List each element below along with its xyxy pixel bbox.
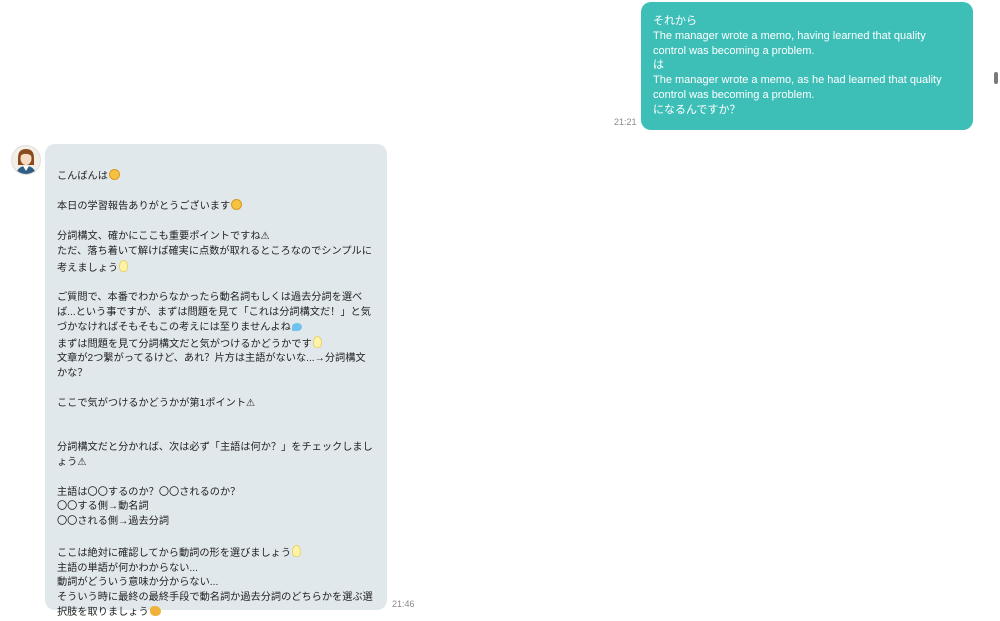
message-line: そういう時に最終の最終手段で動名詞か過去分詞のどちらかを選ぶ選択肢を取りましょう — [57, 592, 373, 618]
flexed-arm-emoji-icon — [149, 605, 161, 616]
message-timestamp: 21:21 — [614, 117, 637, 127]
teacher-avatar-icon — [16, 149, 36, 174]
message-line: まずは問題を見て分詞構文だと気がつけるかどうかです — [57, 338, 312, 350]
message-line: 文章が2つ繋がってるけど、あれ？片方は主語がないな...→分詞構文かな？ — [57, 353, 366, 380]
message-line: ここで気がつけるかどうかが第1ポイント⚠ — [57, 397, 256, 409]
message-timestamp: 21:46 — [392, 599, 415, 609]
message-line: 主語は〇〇するのか？〇〇されるのか？ — [57, 486, 241, 498]
message-line: 〇〇する側→動名詞 — [57, 501, 149, 513]
lightbulb-emoji-icon — [312, 335, 322, 348]
message-line: ご質問で、本番でわからなかったら動名詞もしくは過去分詞を選べば...という事です… — [57, 292, 371, 333]
message-line: ただ、落ち着いて解けば確実に点数が取れるところなのでシンプルに考えましょう — [57, 245, 372, 274]
message-line: こんばんは — [57, 170, 108, 182]
outgoing-message[interactable]: それから The manager wrote a memo, having le… — [641, 2, 973, 130]
teacher-avatar[interactable] — [11, 145, 41, 175]
message-line: 分詞構文だと分かれば、次は必ず「主語は何か？」をチェックしましょう⚠ — [57, 442, 373, 468]
message-line: 動詞がどういう意味か分からない... — [57, 577, 219, 589]
smile-emoji-icon — [231, 199, 243, 211]
smile-emoji-icon — [108, 168, 120, 180]
scrollbar-thumb[interactable] — [994, 72, 998, 84]
message-line: 主語の単語が何かわからない... — [57, 562, 198, 574]
sweat-drops-emoji-icon — [291, 322, 302, 331]
lightbulb-emoji-icon — [292, 544, 302, 557]
message-line: ここは絶対に確認してから動詞の形を選びましょう — [57, 547, 292, 559]
chat-thread: それから The manager wrote a memo, having le… — [0, 0, 1000, 618]
message-line: 〇〇される側→過去分詞 — [57, 516, 170, 528]
message-line: 分詞構文、確かにここも重要ポイントですね⚠ — [57, 230, 270, 242]
lightbulb-emoji-icon — [119, 259, 129, 272]
message-line: 本日の学習報告ありがとうございます — [57, 201, 231, 213]
incoming-message[interactable]: こんばんは 本日の学習報告ありがとうございます 分詞構文、確かにここも重要ポイン… — [45, 144, 387, 618]
